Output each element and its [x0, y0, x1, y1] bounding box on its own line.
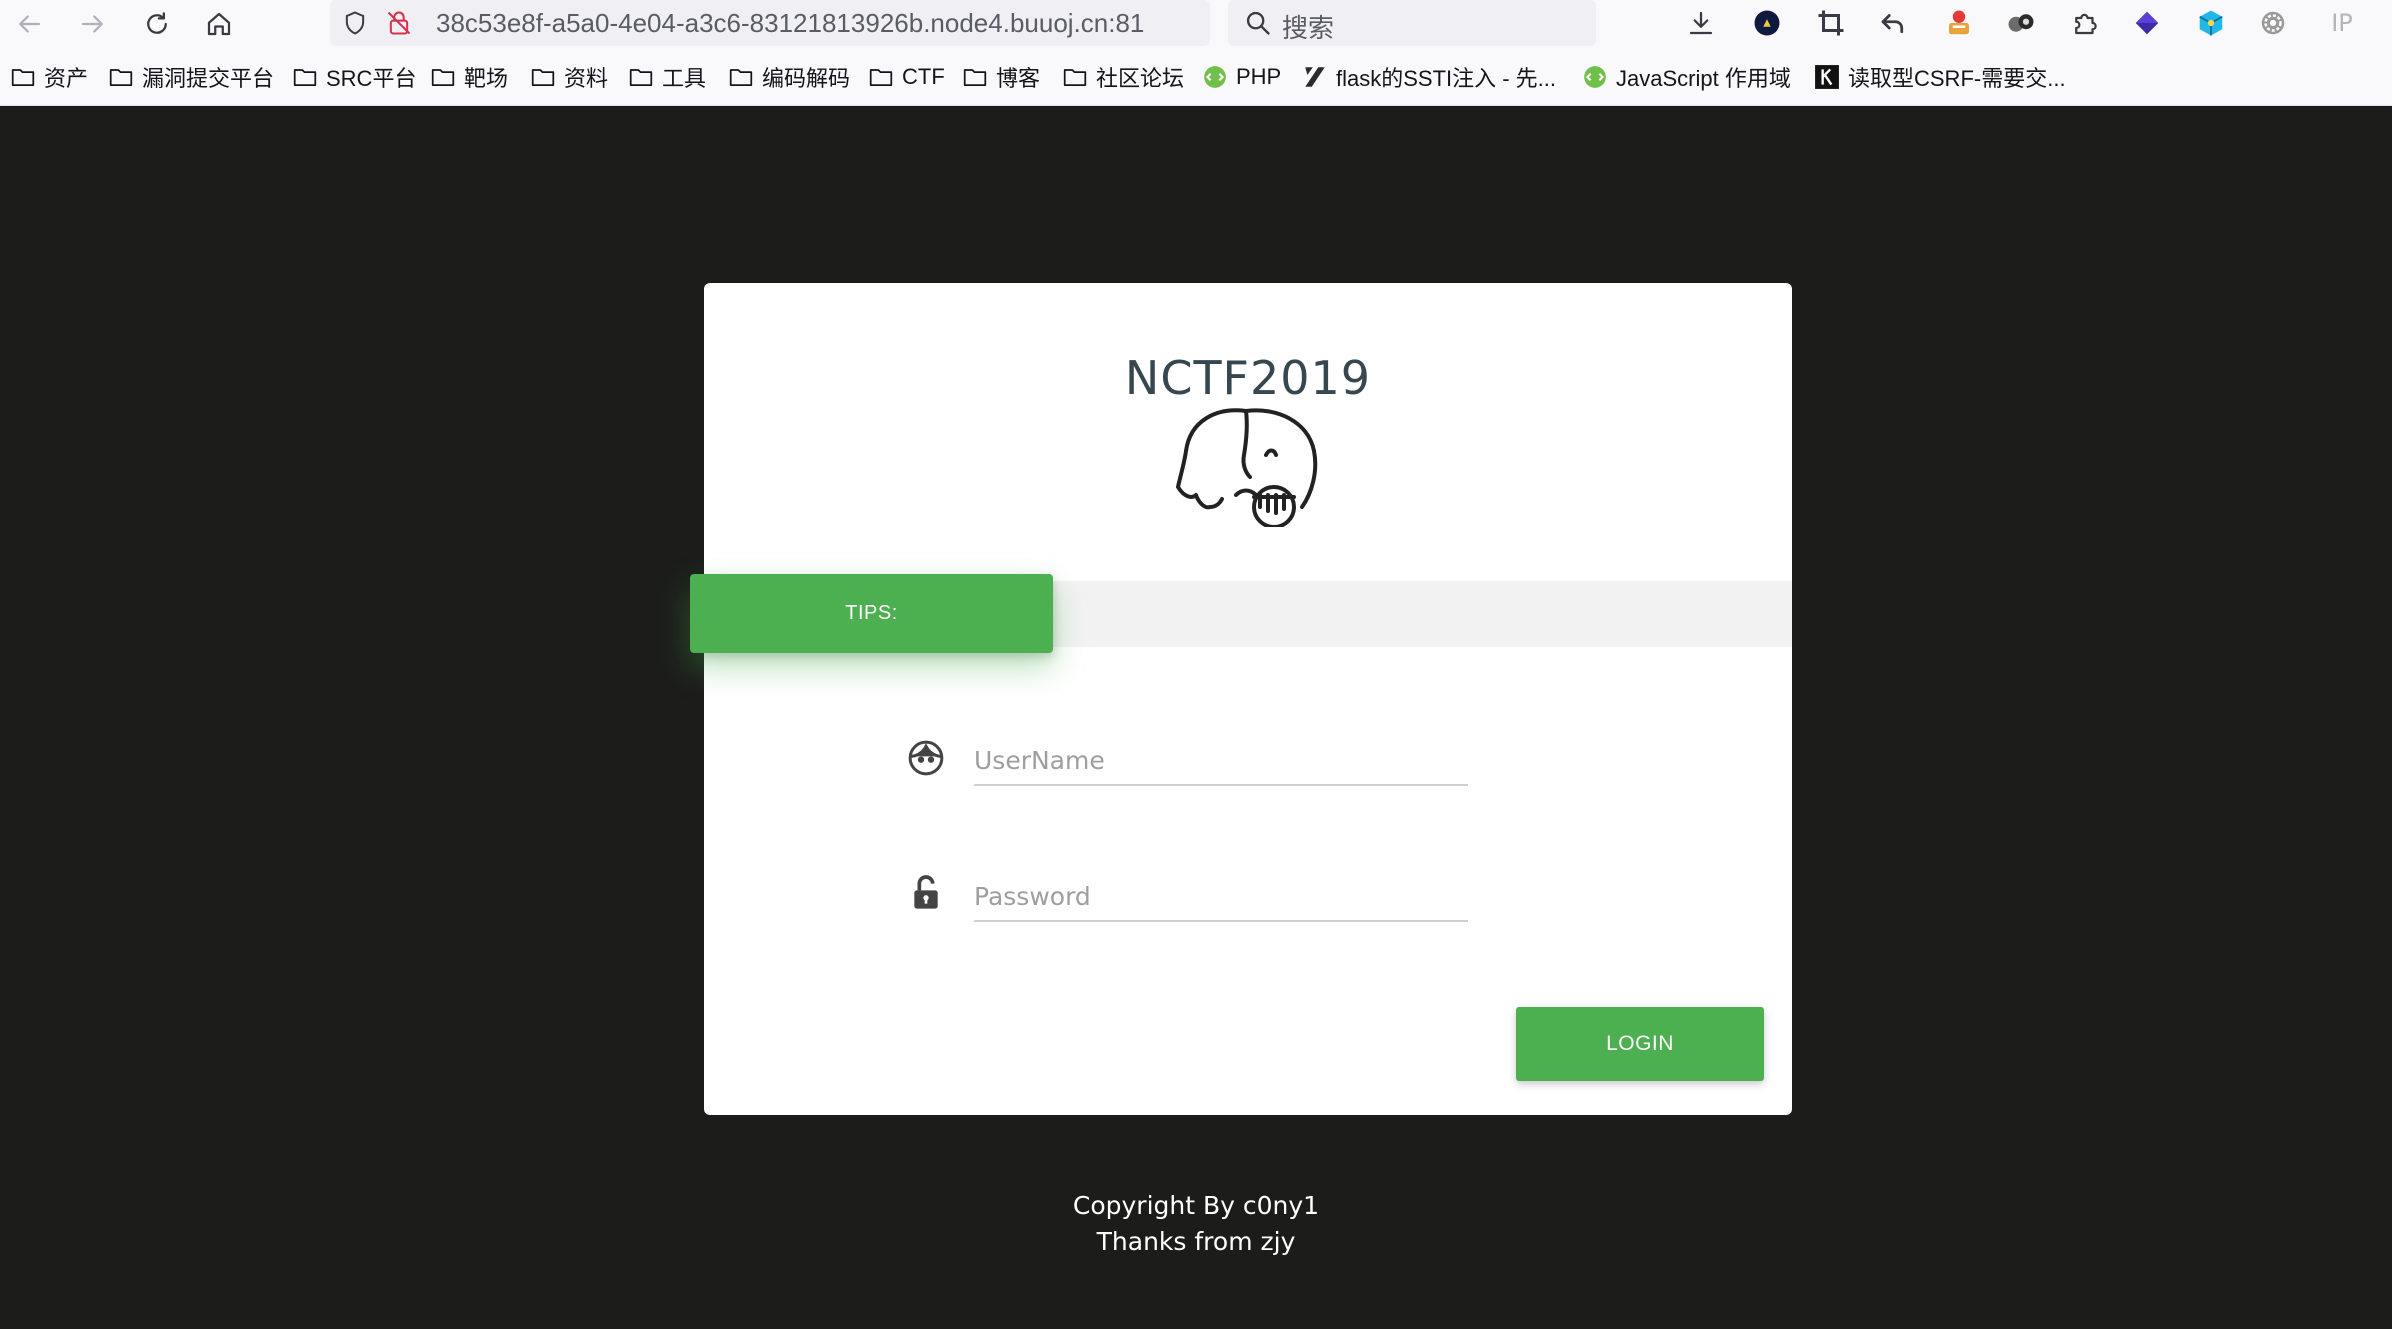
proxy-extension-icon[interactable]	[2004, 6, 2038, 40]
bookmark-folder-src[interactable]: SRC平台	[292, 62, 416, 92]
bookmark-folder-assets[interactable]: 资产	[10, 62, 88, 92]
bookmark-label: 博客	[996, 66, 1041, 91]
undo-icon[interactable]	[1876, 6, 1910, 40]
bookmark-javascript-scope[interactable]: JavaScript 作用域	[1582, 62, 1791, 92]
bookmark-label: SRC平台	[326, 66, 417, 91]
bookmark-folder-range[interactable]: 靶场	[430, 62, 508, 92]
reload-icon[interactable]	[138, 5, 176, 43]
thanks-text: Thanks from zjy	[1096, 1227, 1296, 1256]
folder-icon	[11, 69, 35, 86]
ip-extension-icon[interactable]: IP	[2322, 6, 2362, 40]
k-site-icon	[1815, 65, 1839, 89]
folder-icon	[109, 69, 133, 86]
bookmark-folder-encoding[interactable]: 编码解码	[728, 62, 850, 92]
bookmark-label: 靶场	[464, 66, 509, 91]
bookmark-label: CTF	[902, 64, 945, 89]
elephant-logo-icon	[1176, 408, 1318, 527]
crop-icon[interactable]	[1814, 6, 1848, 40]
folder-icon	[1063, 69, 1087, 86]
page-title: NCTF2019	[1124, 351, 1372, 405]
bookmark-label: 资产	[44, 66, 89, 91]
user-face-icon	[908, 740, 944, 776]
shield-icon[interactable]	[338, 6, 372, 40]
search-placeholder: 搜索	[1282, 13, 1335, 43]
xz-site-icon	[1305, 67, 1325, 87]
folder-icon	[531, 69, 555, 86]
bookmark-flask-ssti[interactable]: flask的SSTI注入 - 先...	[1302, 62, 1556, 92]
folder-icon	[431, 69, 455, 86]
forward-arrow-icon[interactable]	[74, 5, 112, 43]
bookmark-csrf[interactable]: 读取型CSRF-需要交...	[1814, 62, 2066, 92]
bookmark-label: JavaScript 作用域	[1616, 66, 1791, 91]
bookmark-label: 工具	[662, 66, 707, 91]
folder-icon	[293, 69, 317, 86]
bookmark-label: flask的SSTI注入 - 先...	[1336, 66, 1557, 91]
puzzle-extension-icon[interactable]	[2068, 6, 2102, 40]
diamond-extension-icon[interactable]	[2130, 6, 2164, 40]
unlocked-padlock-icon	[914, 875, 938, 909]
folder-icon	[963, 69, 987, 86]
bookmark-label: 漏洞提交平台	[142, 66, 275, 91]
night-extension-icon[interactable]	[1750, 6, 1784, 40]
bookmark-label: PHP	[1236, 64, 1282, 89]
login-button[interactable]: LOGIN	[1516, 1007, 1764, 1081]
copyright-text: Copyright By c0ny1	[1072, 1191, 1320, 1220]
folder-icon	[869, 69, 893, 86]
bookmark-label: 编码解码	[762, 66, 851, 91]
php-site-icon	[1204, 66, 1226, 88]
address-bar[interactable]: 38c53e8f-a5a0-4e04-a3c6-83121813926b.nod…	[330, 0, 1523, 46]
folder-icon	[629, 69, 653, 86]
home-icon[interactable]	[200, 5, 238, 43]
footer: Copyright By c0ny1 Thanks from zjy	[0, 1188, 2392, 1260]
runoob-site-icon	[1584, 66, 1606, 88]
bookmarks-bar: 资产 漏洞提交平台 SRC平台 靶场 资料 工具 编码解码 CTF 博客 社区论…	[0, 49, 2392, 106]
download-icon[interactable]	[1684, 6, 1718, 40]
bookmark-folder-ctf[interactable]: CTF	[868, 62, 945, 92]
back-arrow-icon[interactable]	[10, 5, 48, 43]
cube-extension-icon[interactable]	[2194, 6, 2228, 40]
folder-icon	[729, 69, 753, 86]
gear-extension-icon[interactable]	[2256, 6, 2290, 40]
bookmark-folder-forums[interactable]: 社区论坛	[1062, 62, 1184, 92]
bookmark-label: 读取型CSRF-需要交...	[1848, 66, 2066, 91]
bookmark-folder-vuln-platform[interactable]: 漏洞提交平台	[108, 62, 274, 92]
search-icon	[1246, 11, 1270, 35]
browser-toolbar: 38c53e8f-a5a0-4e04-a3c6-83121813926b.nod…	[0, 0, 2392, 49]
bookmark-folder-blogs[interactable]: 博客	[962, 62, 1040, 92]
hackbar-extension-icon[interactable]	[1942, 6, 1976, 40]
bookmark-php[interactable]: PHP	[1202, 62, 1281, 92]
login-card: NCTF2019	[704, 283, 1792, 1115]
password-input[interactable]	[974, 872, 1468, 922]
search-bar[interactable]: 搜索	[1228, 0, 1596, 46]
bookmark-label: 资料	[564, 66, 609, 91]
bookmark-label: 社区论坛	[1096, 66, 1185, 91]
username-input[interactable]	[974, 736, 1468, 786]
insecure-lock-icon[interactable]	[382, 6, 416, 40]
tips-button[interactable]: TIPS:	[690, 574, 1053, 653]
bookmark-folder-materials[interactable]: 资料	[530, 62, 608, 92]
bookmark-folder-tools[interactable]: 工具	[628, 62, 706, 92]
